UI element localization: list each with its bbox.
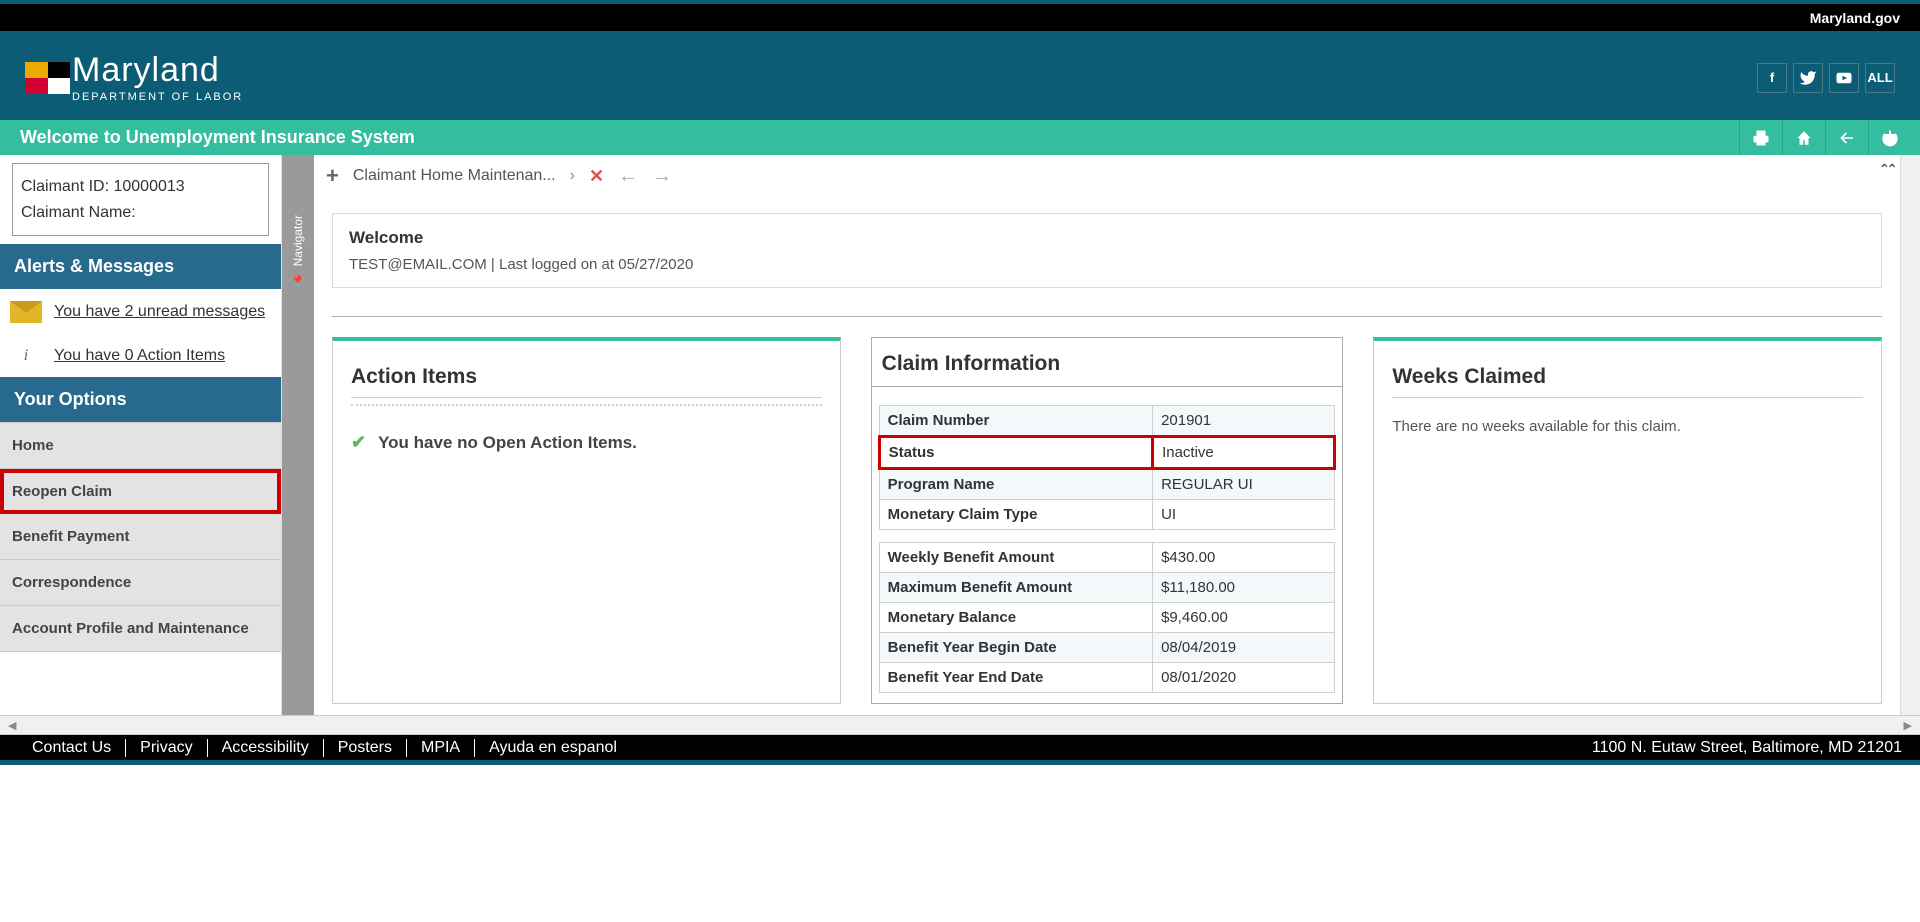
navigator-strip[interactable]: Navigator 📍	[282, 155, 314, 715]
weeks-claimed-card: Weeks Claimed There are no weeks availab…	[1373, 337, 1882, 704]
unread-messages-item[interactable]: You have 2 unread messages	[0, 289, 281, 335]
sidebar: Claimant ID: 10000013 Claimant Name: Ale…	[0, 155, 282, 715]
claim-info-card: Claim Information Claim Number201901 Sta…	[871, 337, 1344, 704]
footer-link-accessibility[interactable]: Accessibility	[208, 739, 324, 757]
unread-messages-link[interactable]: You have 2 unread messages	[54, 303, 265, 321]
system-title: Welcome to Unemployment Insurance System	[20, 127, 415, 148]
table-row: Program NameREGULAR UI	[879, 469, 1335, 500]
footer: Contact Us Privacy Accessibility Posters…	[0, 735, 1920, 760]
table-row: Benefit Year Begin Date08/04/2019	[879, 633, 1335, 663]
table-row: Maximum Benefit Amount$11,180.00	[879, 573, 1335, 603]
footer-link-mpia[interactable]: MPIA	[407, 739, 475, 757]
nav-forward-icon[interactable]: →	[652, 165, 672, 188]
welcome-title: Welcome	[349, 228, 1865, 248]
facebook-icon[interactable]: f	[1757, 63, 1787, 93]
close-tab-icon[interactable]: ✕	[589, 166, 604, 187]
navigator-label: Navigator	[291, 215, 305, 266]
add-tab-icon[interactable]: +	[326, 163, 339, 189]
footer-link-ayuda[interactable]: Ayuda en espanol	[475, 739, 631, 757]
pin-icon[interactable]: 📍	[289, 274, 306, 291]
table-row: Claim Number201901	[879, 406, 1335, 437]
claim-info-title: Claim Information	[872, 338, 1343, 387]
action-items-card: Action Items ✔ You have no Open Action I…	[332, 337, 841, 704]
info-icon: i	[10, 347, 42, 365]
footer-address: 1100 N. Eutaw Street, Baltimore, MD 2120…	[1592, 739, 1902, 757]
table-row: Monetary Claim TypeUI	[879, 500, 1335, 530]
maryland-gov-link[interactable]: Maryland.gov	[1810, 10, 1900, 26]
youtube-icon[interactable]	[1829, 63, 1859, 93]
claim-info-table: Claim Number201901 StatusInactive Progra…	[878, 405, 1337, 693]
twitter-icon[interactable]	[1793, 63, 1823, 93]
vertical-scrollbar[interactable]	[1900, 155, 1920, 715]
scroll-left-icon[interactable]: ◀	[8, 719, 16, 732]
logo-main-text: Maryland	[72, 53, 243, 87]
dept-header: Maryland DEPARTMENT OF LABOR f ALL	[0, 35, 1920, 120]
footer-link-posters[interactable]: Posters	[324, 739, 407, 757]
table-row: Benefit Year End Date08/01/2020	[879, 663, 1335, 693]
maryland-flag-icon	[25, 62, 70, 94]
nav-back-icon[interactable]: ←	[618, 165, 638, 188]
table-row: Weekly Benefit Amount$430.00	[879, 543, 1335, 573]
scroll-right-icon[interactable]: ▶	[1904, 719, 1912, 732]
menu-home[interactable]: Home	[0, 423, 281, 469]
bottom-blue-bar	[0, 760, 1920, 765]
table-row: Monetary Balance$9,460.00	[879, 603, 1335, 633]
main-content: ⌃⌃ + Claimant Home Maintenan... › ✕ ← → …	[314, 155, 1900, 715]
footer-link-contact[interactable]: Contact Us	[18, 739, 126, 757]
collapse-icon[interactable]: ⌃⌃	[1879, 161, 1894, 178]
menu-correspondence[interactable]: Correspondence	[0, 560, 281, 606]
cards-row: Action Items ✔ You have no Open Action I…	[314, 327, 1900, 724]
power-icon[interactable]	[1868, 120, 1910, 155]
back-arrow-icon[interactable]	[1825, 120, 1867, 155]
top-black-bar: Maryland.gov	[0, 0, 1920, 35]
checkmark-icon: ✔	[351, 432, 366, 453]
divider	[332, 316, 1882, 317]
claimant-id: Claimant ID: 10000013	[21, 174, 260, 200]
welcome-green-bar: Welcome to Unemployment Insurance System	[0, 120, 1920, 155]
options-header: Your Options	[0, 377, 281, 422]
breadcrumb-page[interactable]: Claimant Home Maintenan...	[353, 167, 556, 185]
action-items-item[interactable]: i You have 0 Action Items	[0, 335, 281, 377]
chevron-right-icon: ›	[570, 167, 575, 185]
body-row: Claimant ID: 10000013 Claimant Name: Ale…	[0, 155, 1920, 715]
print-icon[interactable]	[1739, 120, 1781, 155]
social-icons: f ALL	[1757, 63, 1895, 93]
welcome-box: Welcome TEST@EMAIL.COM | Last logged on …	[332, 213, 1882, 288]
footer-links: Contact Us Privacy Accessibility Posters…	[18, 739, 631, 757]
welcome-text: TEST@EMAIL.COM | Last logged on at 05/27…	[349, 256, 1865, 273]
breadcrumb: + Claimant Home Maintenan... › ✕ ← →	[314, 155, 1900, 197]
footer-link-privacy[interactable]: Privacy	[126, 739, 207, 757]
weeks-claimed-title: Weeks Claimed	[1392, 365, 1863, 389]
action-items-title: Action Items	[351, 365, 822, 389]
options-menu: Home Reopen Claim Benefit Payment Corres…	[0, 422, 281, 652]
menu-reopen-claim[interactable]: Reopen Claim	[0, 469, 281, 514]
no-weeks-text: There are no weeks available for this cl…	[1392, 418, 1863, 435]
envelope-icon	[10, 301, 42, 323]
logo-sub-text: DEPARTMENT OF LABOR	[72, 91, 243, 103]
alerts-header: Alerts & Messages	[0, 244, 281, 289]
no-action-items-text: You have no Open Action Items.	[378, 430, 637, 456]
action-items-link[interactable]: You have 0 Action Items	[54, 347, 225, 365]
claimant-info-box: Claimant ID: 10000013 Claimant Name:	[12, 163, 269, 236]
logo-area: Maryland DEPARTMENT OF LABOR	[25, 53, 243, 103]
all-button[interactable]: ALL	[1865, 63, 1895, 93]
table-row-status: StatusInactive	[879, 437, 1335, 469]
home-icon[interactable]	[1782, 120, 1824, 155]
claimant-name: Claimant Name:	[21, 200, 260, 226]
menu-benefit-payment[interactable]: Benefit Payment	[0, 514, 281, 560]
menu-account-profile[interactable]: Account Profile and Maintenance	[0, 606, 281, 652]
